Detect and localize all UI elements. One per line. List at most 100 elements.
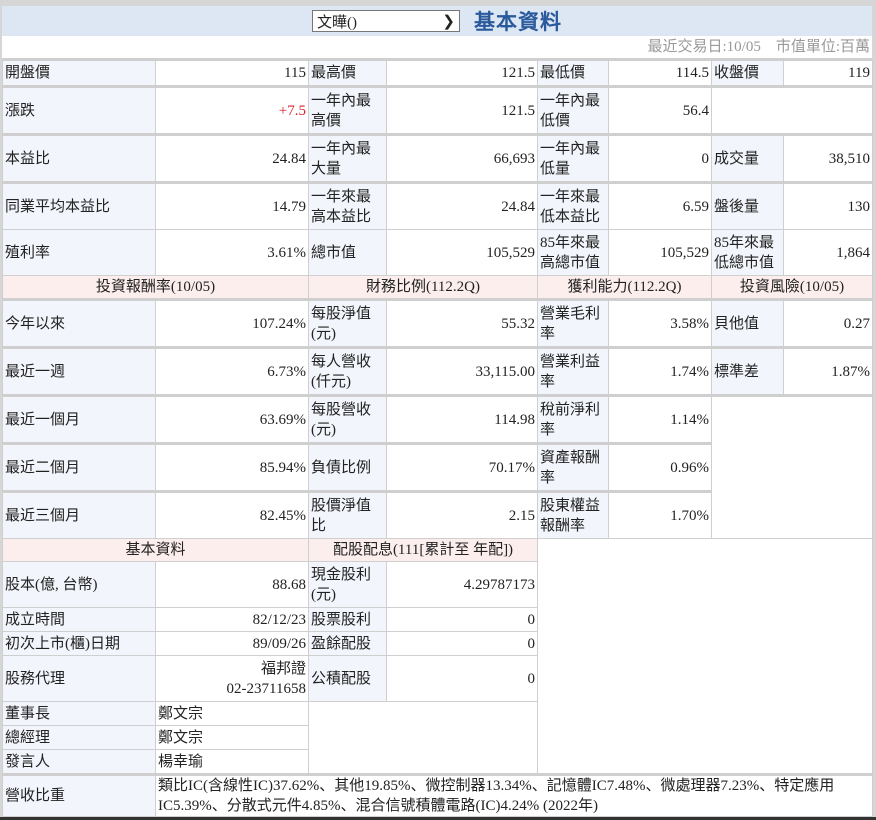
chevron-down-icon: ❯ xyxy=(442,13,455,30)
label: 資產報酬率 xyxy=(537,442,609,492)
label: 85年來最低總市值 xyxy=(711,229,784,276)
pe-ratio: 24.84 xyxy=(155,133,309,183)
chairman: 鄭文宗 xyxy=(155,701,309,726)
label: 一年來最高本益比 xyxy=(308,181,387,230)
value: 63.69% xyxy=(155,394,309,444)
revenue-breakdown: 類比IC(含線性IC)37.62%、其他19.85%、微控制器13.34%、記憶… xyxy=(155,773,873,817)
label: 發言人 xyxy=(2,749,156,775)
year-min-volume: 0 xyxy=(608,133,712,183)
cash-dividend: 4.29787173 xyxy=(386,561,538,608)
section-header-risk: 投資風險(10/05) xyxy=(711,275,873,300)
label: 最近二個月 xyxy=(2,442,156,492)
label: 現金股利(元) xyxy=(308,561,387,608)
agent-phone: 02-23711658 xyxy=(226,680,306,697)
value: 1.70% xyxy=(608,490,712,539)
label: 股務代理 xyxy=(2,655,156,702)
dividend-yield: 3.61% xyxy=(155,229,309,276)
market-cap-low: 1,864 xyxy=(783,229,873,276)
label: 一年內最低價 xyxy=(537,85,609,135)
general-manager: 鄭文宗 xyxy=(155,725,309,750)
stock-select[interactable]: 文曄() ❯ xyxy=(312,10,460,32)
empty-cell xyxy=(711,394,873,539)
label: 總經理 xyxy=(2,725,156,750)
industry-pe: 14.79 xyxy=(155,181,309,230)
label: 營收比重 xyxy=(2,773,156,817)
value: 1.14% xyxy=(608,394,712,444)
label: 股價淨值比 xyxy=(308,490,387,539)
open-price: 115 xyxy=(155,60,309,87)
label: 盤後量 xyxy=(711,181,784,230)
label: 營業毛利率 xyxy=(537,298,609,348)
value: 6.73% xyxy=(155,346,309,396)
label: 85年來最高總市值 xyxy=(537,229,609,276)
label: 總市值 xyxy=(308,229,387,276)
label: 成立時間 xyxy=(2,607,156,632)
year-pe-high: 24.84 xyxy=(386,181,538,230)
page-title: 基本資料 xyxy=(474,10,562,34)
value: 0.96% xyxy=(608,442,712,492)
label: 最低價 xyxy=(537,60,609,87)
label: 盈餘配股 xyxy=(308,631,387,656)
after-hours-volume: 130 xyxy=(783,181,873,230)
label: 最近三個月 xyxy=(2,490,156,539)
label: 負債比例 xyxy=(308,442,387,492)
capital: 88.68 xyxy=(155,561,309,608)
value: 2.15 xyxy=(386,490,538,539)
year-max-volume: 66,693 xyxy=(386,133,538,183)
trade-date-info: 最近交易日:10/05 市值單位:百萬 xyxy=(2,36,872,60)
label: 標準差 xyxy=(711,346,784,396)
title-bar: 文曄() ❯ 基本資料 xyxy=(2,6,872,36)
reserve-dividend: 0 xyxy=(386,655,538,702)
label: 公積配股 xyxy=(308,655,387,702)
label: 殖利率 xyxy=(2,229,156,276)
established-date: 82/12/23 xyxy=(155,607,309,632)
basic-data-table: 開盤價 115 最高價 121.5 最低價 114.5 收盤價 119 漲跌 +7.5 一… xyxy=(2,60,873,817)
section-header-dividends: 配股配息(111[累計至 年配]) xyxy=(308,538,538,562)
label: 一年來最低本益比 xyxy=(537,181,609,230)
label: 今年以來 xyxy=(2,298,156,348)
label: 一年內最高價 xyxy=(308,85,387,135)
label: 最近一個月 xyxy=(2,394,156,444)
year-high: 121.5 xyxy=(386,85,538,135)
label: 一年內最大量 xyxy=(308,133,387,183)
surplus-dividend: 0 xyxy=(386,631,538,656)
table-row: 今年以來 107.24% 每股淨值(元) 55.32 營業毛利率 3.58% 貝他值 0… xyxy=(2,298,873,348)
label: 股票股利 xyxy=(308,607,387,632)
section-header-returns: 投資報酬率(10/05) xyxy=(2,275,309,300)
value: 0.27 xyxy=(783,298,873,348)
label: 成交量 xyxy=(711,133,784,183)
market-cap-high: 105,529 xyxy=(608,229,712,276)
label: 本益比 xyxy=(2,133,156,183)
value: 1.87% xyxy=(783,346,873,396)
label: 初次上市(櫃)日期 xyxy=(2,631,156,656)
stock-select-value: 文曄() xyxy=(317,14,357,31)
empty-cell xyxy=(537,538,873,775)
label: 同業平均本益比 xyxy=(2,181,156,230)
label: 股東權益報酬率 xyxy=(537,490,609,539)
spokesperson: 楊幸瑜 xyxy=(155,749,309,775)
label: 最高價 xyxy=(308,60,387,87)
label: 每股淨值(元) xyxy=(308,298,387,348)
value: 85.94% xyxy=(155,442,309,492)
price-change: +7.5 xyxy=(155,85,309,135)
label: 收盤價 xyxy=(711,60,784,87)
value: 33,115.00 xyxy=(386,346,538,396)
empty-cell xyxy=(711,85,873,135)
section-header-profitability: 獲利能力(112.2Q) xyxy=(537,275,712,300)
section-header-basic: 基本資料 xyxy=(2,538,309,562)
low-price: 114.5 xyxy=(608,60,712,87)
label: 開盤價 xyxy=(2,60,156,87)
stock-agent: 福邦證 02-23711658 xyxy=(155,655,309,702)
value: 82.45% xyxy=(155,490,309,539)
label: 最近一週 xyxy=(2,346,156,396)
year-low: 56.4 xyxy=(608,85,712,135)
label: 每人營收(仟元) xyxy=(308,346,387,396)
table-row: 最近一週 6.73% 每人營收(仟元) 33,115.00 營業利益率 1.74% 標… xyxy=(2,346,873,396)
value: 70.17% xyxy=(386,442,538,492)
value: 1.74% xyxy=(608,346,712,396)
label: 一年內最低量 xyxy=(537,133,609,183)
label: 稅前淨利率 xyxy=(537,394,609,444)
listing-date: 89/09/26 xyxy=(155,631,309,656)
value: 3.58% xyxy=(608,298,712,348)
agent-name: 福邦證 xyxy=(260,660,306,677)
